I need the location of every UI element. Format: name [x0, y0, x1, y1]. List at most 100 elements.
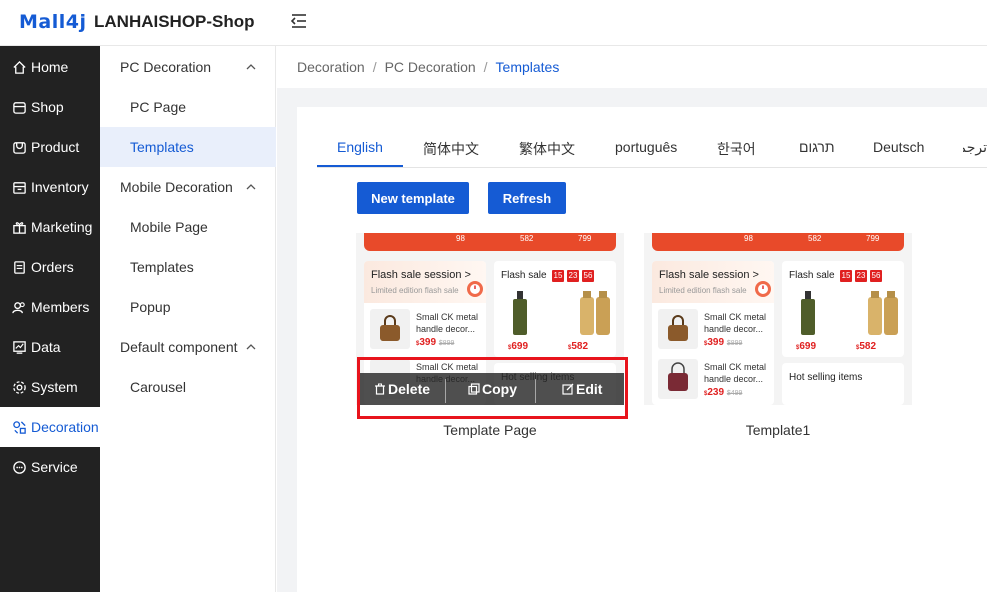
- flash-session-title: Flash sale session >: [371, 269, 471, 281]
- template-name: Template Page: [443, 422, 537, 438]
- submenu-item-mobile-page[interactable]: Mobile Page: [100, 207, 276, 247]
- highlight-box: [357, 357, 628, 419]
- menu-collapse-icon[interactable]: [290, 12, 308, 30]
- green-bottle-icon: [801, 291, 815, 335]
- tab-german[interactable]: Deutsch: [873, 139, 924, 155]
- product-row: Small CK metal handle decor... $399 $899: [370, 309, 482, 355]
- menu-item-shop[interactable]: Shop: [0, 87, 100, 127]
- thumb-price: 799: [866, 234, 880, 243]
- product-price: $699: [796, 341, 816, 352]
- submenu-group-label: PC Decoration: [120, 59, 212, 75]
- green-bottle-icon: [513, 291, 527, 335]
- refresh-button[interactable]: Refresh: [488, 182, 566, 214]
- thumb-price: 799: [578, 234, 592, 243]
- timer-seconds: 56: [582, 270, 594, 282]
- price-value: 399: [707, 337, 725, 348]
- tab-arabic[interactable]: ترجمة: [963, 139, 987, 156]
- timer-minutes: 23: [567, 270, 579, 282]
- new-template-button[interactable]: New template: [357, 182, 469, 214]
- menu-item-label: Orders: [31, 259, 74, 275]
- menu-item-system[interactable]: System: [0, 367, 100, 407]
- menu-item-label: Shop: [31, 99, 64, 115]
- chevron-up-icon: [246, 64, 256, 70]
- orders-icon: [14, 260, 25, 274]
- quilted-bag-icon: [668, 362, 688, 391]
- tab-hebrew[interactable]: תרגום: [799, 139, 835, 155]
- product-image: [658, 359, 698, 399]
- menu-item-product[interactable]: Product: [0, 127, 100, 167]
- tab-korean[interactable]: 한국어: [717, 139, 756, 159]
- submenu-item-pc-page[interactable]: PC Page: [100, 87, 276, 127]
- shop-icon: [13, 101, 26, 114]
- price-value: 239: [707, 387, 725, 398]
- product-name: Small CK metal handle decor...: [704, 362, 767, 384]
- template-thumbnail[interactable]: 98 582 799 Flash sale session > Limited …: [644, 233, 912, 405]
- gold-bottles-icon: [580, 291, 610, 335]
- tab-english[interactable]: English: [337, 139, 383, 155]
- menu-item-inventory[interactable]: Inventory: [0, 167, 100, 207]
- menu-item-home[interactable]: Home: [0, 47, 100, 87]
- chart-icon: [13, 340, 26, 354]
- submenu-group-pc-decoration[interactable]: PC Decoration: [100, 47, 276, 87]
- thumb-price: 582: [808, 234, 822, 243]
- menu-item-decoration[interactable]: Decoration: [0, 407, 100, 447]
- price-value: 582: [859, 341, 877, 352]
- menu-item-label: Inventory: [31, 179, 89, 195]
- thumb-top-banner: 98 582 799: [652, 233, 904, 251]
- product-image: [658, 309, 698, 349]
- old-price: $899: [438, 340, 455, 347]
- product-row: Small CK metal handle decor... $399 $899: [658, 309, 770, 355]
- gear-icon: [13, 380, 26, 394]
- alarm-clock-icon: [755, 281, 771, 297]
- submenu-group-default-component[interactable]: Default component: [100, 327, 276, 367]
- thumb-top-banner: 98 582 799: [364, 233, 616, 251]
- flash-session-title: Flash sale session >: [659, 269, 759, 281]
- old-price: $899: [726, 340, 743, 347]
- old-price: $499: [726, 390, 743, 397]
- menu-item-marketing[interactable]: Marketing: [0, 207, 100, 247]
- hot-selling-panel: Hot selling items: [782, 363, 904, 405]
- product-price: $582: [856, 341, 876, 352]
- submenu-item-popup[interactable]: Popup: [100, 287, 276, 327]
- menu-item-service[interactable]: Service: [0, 447, 100, 487]
- product-name: Small CK metal handle decor...: [416, 312, 479, 334]
- alarm-clock-icon: [467, 281, 483, 297]
- tab-simplified-chinese[interactable]: 简体中文: [423, 139, 479, 159]
- handbag-icon: [380, 315, 400, 341]
- hot-selling-title: Hot selling items: [789, 372, 863, 383]
- submenu-group-mobile-decoration[interactable]: Mobile Decoration: [100, 167, 276, 207]
- menu-item-data[interactable]: Data: [0, 327, 100, 367]
- submenu-group-label: Mobile Decoration: [120, 179, 233, 195]
- language-tabs: English 简体中文 繁体中文 português 한국어 תרגום De…: [317, 128, 987, 168]
- timer-hours: 15: [840, 270, 852, 282]
- product-price: $699: [508, 341, 528, 352]
- flash-session-subtitle: Limited edition flash sale: [659, 286, 747, 295]
- chat-icon: [13, 460, 26, 474]
- submenu-item-carousel[interactable]: Carousel: [100, 367, 276, 407]
- submenu-item-pc-templates[interactable]: Templates: [100, 127, 276, 167]
- tab-portuguese[interactable]: português: [615, 139, 677, 155]
- menu-item-orders[interactable]: Orders: [0, 247, 100, 287]
- chevron-up-icon: [246, 344, 256, 350]
- main-sidebar: Home Shop Product Inventory Marketing Or…: [0, 46, 100, 592]
- submenu-item-mobile-templates[interactable]: Templates: [100, 247, 276, 287]
- product-icon: [13, 141, 26, 154]
- price-value: 582: [571, 341, 589, 352]
- inventory-icon: [13, 181, 26, 194]
- product-image: [370, 309, 410, 349]
- menu-item-label: Marketing: [31, 219, 93, 235]
- submenu-item-label: Templates: [130, 259, 194, 275]
- timer-hours: 15: [552, 270, 564, 282]
- product-row: Small CK metal handle decor... $239 $499: [658, 359, 770, 405]
- sub-sidebar: PC Decoration PC Page Templates Mobile D…: [100, 46, 276, 592]
- product-price: $582: [568, 341, 588, 352]
- submenu-group-label: Default component: [120, 339, 238, 355]
- flash-sale-panel: Flash sale 15 23 56 $699 $582: [494, 261, 616, 357]
- menu-item-members[interactable]: Members: [0, 287, 100, 327]
- breadcrumb-item[interactable]: PC Decoration: [385, 59, 476, 75]
- template-name: Template1: [745, 422, 811, 438]
- breadcrumb-item[interactable]: Decoration: [297, 59, 365, 75]
- tab-traditional-chinese[interactable]: 繁体中文: [519, 139, 575, 159]
- menu-item-label: Product: [31, 139, 80, 155]
- breadcrumb: Decoration / PC Decoration / Templates: [297, 59, 560, 75]
